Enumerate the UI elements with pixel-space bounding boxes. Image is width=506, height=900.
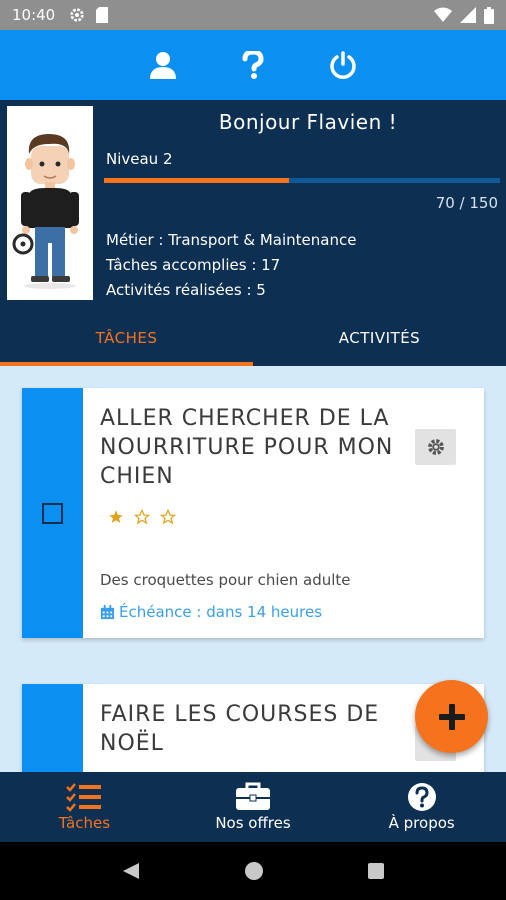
greeting-text: Bonjour Flavien ! (218, 110, 398, 134)
battery-icon (484, 6, 494, 24)
power-icon (330, 51, 356, 79)
profile-panel: Bonjour Flavien ! Niveau 2 70 / 150 Méti… (0, 100, 506, 310)
tasks-done-text: Tâches accomplies : 17 (106, 256, 281, 274)
plus-icon (438, 703, 465, 730)
bottom-nav: Tâches Nos offres À propos (0, 772, 506, 842)
task-due-text: Échéance : dans 14 heures (119, 603, 323, 621)
calendar-icon (100, 604, 115, 619)
home-icon[interactable] (244, 861, 264, 881)
nav-label-taches: Tâches (58, 814, 111, 832)
xp-progress-fill (104, 178, 289, 183)
job-text: Métier : Transport & Maintenance (106, 231, 357, 249)
nav-item-a-propos[interactable]: À propos (337, 772, 506, 842)
profile-button[interactable] (143, 45, 183, 85)
question-icon (242, 51, 264, 79)
nav-label-nos-offres: Nos offres (215, 814, 291, 832)
user-icon (150, 52, 176, 79)
level-label: Niveau 2 (106, 150, 173, 168)
help-circle-icon (407, 783, 436, 811)
xp-progress-bar (104, 178, 500, 183)
system-nav-bar (0, 842, 506, 900)
task-due: Échéance : dans 14 heures (100, 603, 322, 621)
nav-label-a-propos: À propos (388, 814, 455, 832)
help-button[interactable] (233, 45, 273, 85)
star-filled-icon (109, 510, 123, 523)
avatar-illustration (12, 134, 79, 289)
task-checkbox[interactable] (42, 503, 63, 524)
tab-taches[interactable]: TÂCHES (0, 310, 253, 366)
back-icon[interactable] (121, 861, 141, 881)
app-top-bar (0, 30, 506, 100)
sd-card-icon (96, 7, 109, 23)
tab-activites[interactable]: ACTIVITÉS (253, 310, 506, 366)
task-difficulty-stars (108, 509, 176, 525)
nav-item-nos-offres[interactable]: Nos offres (169, 772, 338, 842)
avatar (7, 106, 93, 300)
task-list-icon (66, 783, 102, 812)
settings-icon (70, 8, 84, 22)
wifi-icon (434, 7, 452, 22)
tab-bar: TÂCHES ACTIVITÉS (0, 310, 506, 366)
logout-button[interactable] (323, 45, 363, 85)
task-description: Des croquettes pour chien adulte (100, 571, 351, 589)
status-bar: 10:40 (0, 0, 506, 30)
activities-done-text: Activités réalisées : 5 (106, 281, 266, 299)
star-empty-icon (160, 509, 176, 525)
task-card[interactable]: ALLER CHERCHER DE LA NOURRITURE POUR MON… (22, 388, 484, 638)
briefcase-icon (236, 782, 270, 810)
task-settings-button[interactable] (415, 429, 456, 465)
nav-item-taches[interactable]: Tâches (0, 772, 169, 842)
task-title: ALLER CHERCHER DE LA NOURRITURE POUR MON… (100, 406, 394, 489)
recents-icon[interactable] (367, 862, 385, 880)
signal-icon (460, 7, 476, 23)
status-time: 10:40 (12, 6, 56, 24)
xp-counter: 70 / 150 (435, 194, 498, 212)
star-empty-icon (134, 509, 150, 525)
add-task-button[interactable] (415, 680, 488, 753)
task-title: FAIRE LES COURSES DE NOËL (100, 702, 380, 756)
gear-icon (427, 439, 444, 455)
